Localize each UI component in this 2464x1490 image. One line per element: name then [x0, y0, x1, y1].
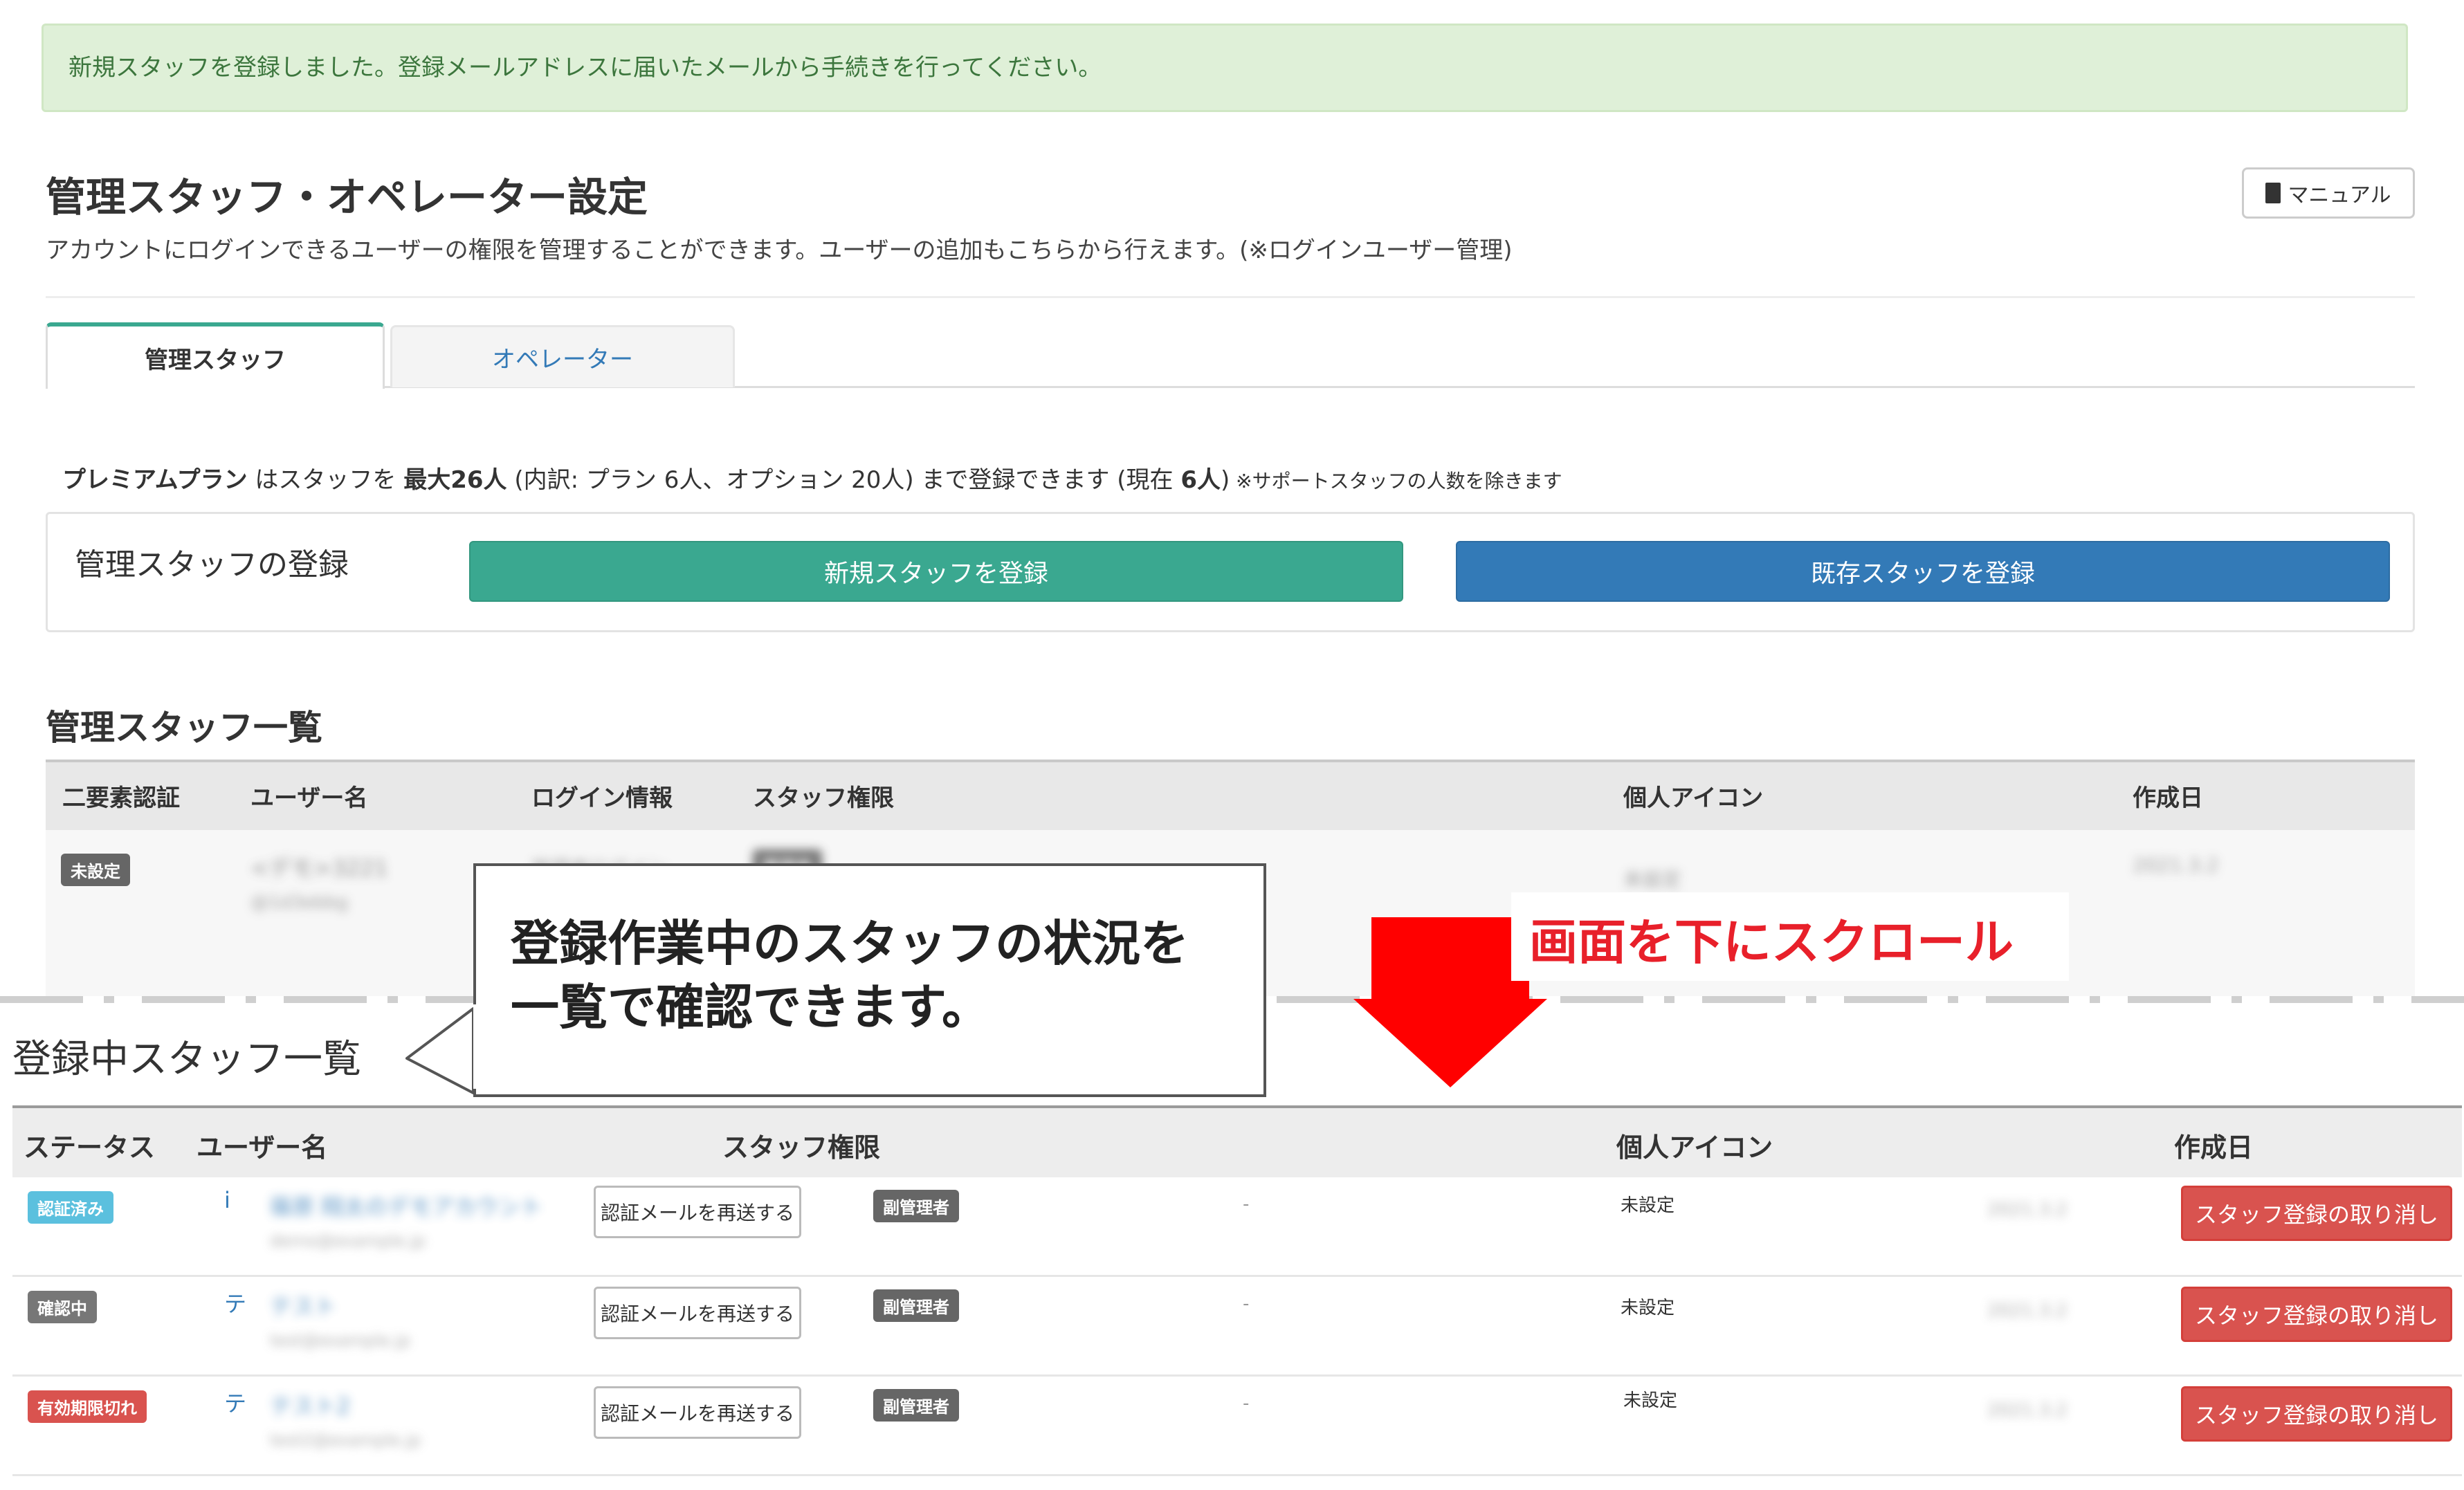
- callout-pointer: [405, 1007, 475, 1094]
- scroll-instruction: 画面を下にスクロール: [1529, 914, 2014, 971]
- annotation-overlay: [405, 917, 1547, 1094]
- callout-text: 登録作業中のスタッフの状況を 一覧で確認できます。: [511, 912, 1189, 1039]
- callout-line-1: 登録作業中のスタッフの状況を: [511, 915, 1189, 972]
- callout-line-2: 一覧で確認できます。: [511, 979, 990, 1036]
- callout-pointer-joint: [473, 1004, 477, 1089]
